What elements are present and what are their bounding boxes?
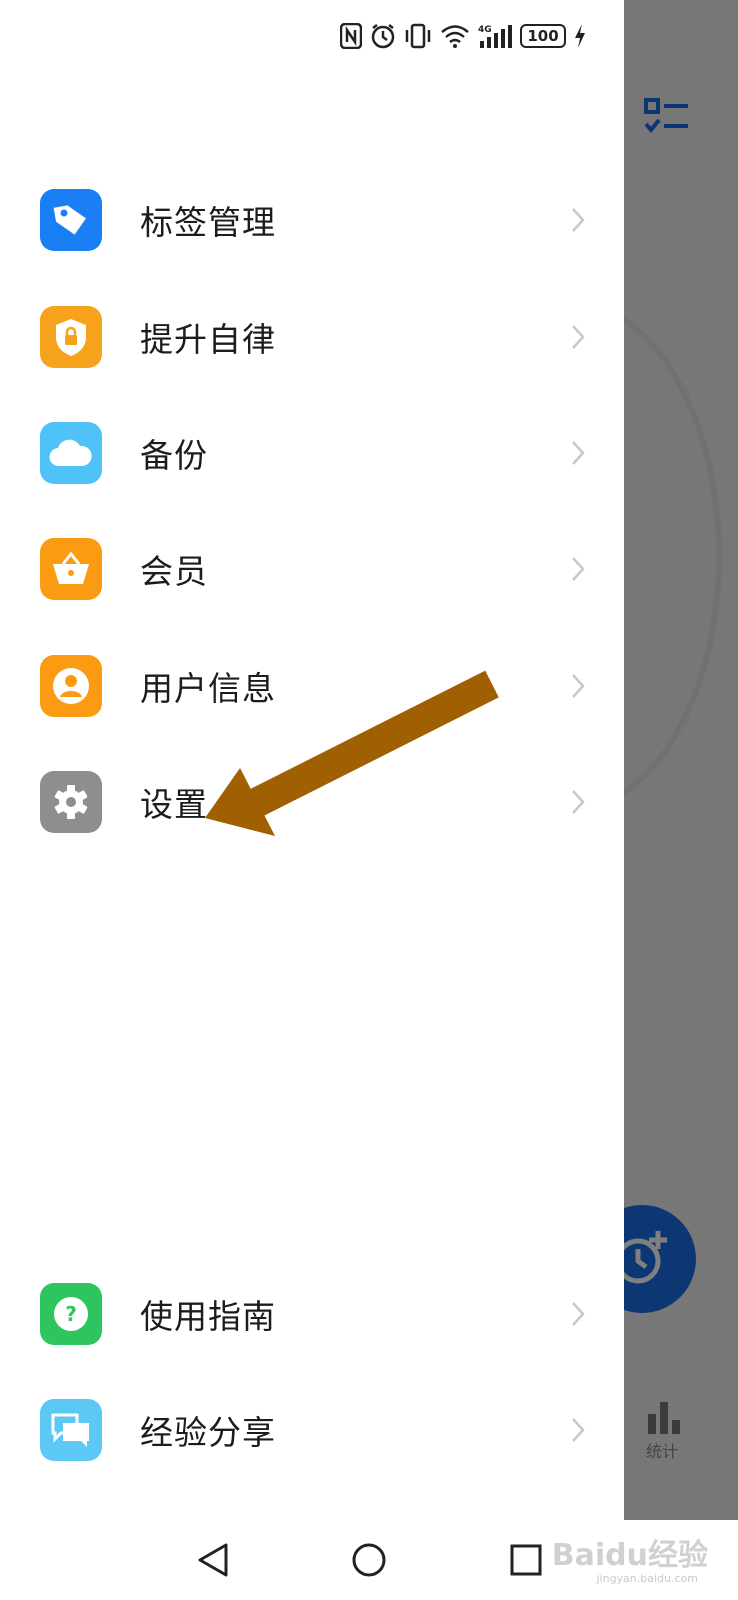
chevron-right-icon	[572, 1302, 585, 1326]
battery-indicator: 100	[520, 24, 566, 48]
alarm-icon	[371, 24, 395, 49]
chevron-right-icon	[572, 208, 585, 232]
watermark-sub: jingyan.baidu.com	[596, 1572, 698, 1585]
menu-label: 会员	[140, 552, 208, 591]
chevron-right-icon	[572, 325, 585, 349]
menu-item-settings[interactable]: 设置	[0, 752, 624, 852]
status-bar: 4G 100	[324, 18, 624, 54]
menu-label: 使用指南	[140, 1297, 276, 1336]
cloud-icon	[40, 422, 102, 484]
chevron-right-icon	[572, 1418, 585, 1442]
menu-label: 标签管理	[140, 203, 276, 242]
menu-label: 设置	[140, 785, 208, 824]
menu-item-experience-share[interactable]: 经验分享	[0, 1380, 624, 1480]
menu-item-self-discipline[interactable]: 提升自律	[0, 287, 624, 387]
tag-icon	[40, 189, 102, 251]
menu-item-backup[interactable]: 备份	[0, 403, 624, 503]
watermark: Baidu经验	[551, 1538, 708, 1573]
help-icon: ?	[40, 1283, 102, 1345]
nfc-icon	[340, 23, 362, 49]
gear-icon	[40, 771, 102, 833]
basket-icon	[40, 538, 102, 600]
recents-icon[interactable]	[509, 1542, 543, 1578]
chevron-right-icon	[572, 790, 585, 814]
side-drawer: 4G 100 标签管理 提升自律 备份 会员 用户信息 设置 ? 使用指南 经验…	[0, 0, 624, 1520]
charging-icon	[575, 24, 585, 48]
menu-item-tag-management[interactable]: 标签管理	[0, 170, 624, 270]
chat-icon	[40, 1399, 102, 1461]
wifi-icon	[441, 25, 469, 48]
home-icon[interactable]	[351, 1542, 387, 1578]
menu-item-user-info[interactable]: 用户信息	[0, 636, 624, 736]
chevron-right-icon	[572, 557, 585, 581]
chevron-right-icon	[572, 441, 585, 465]
menu-item-membership[interactable]: 会员	[0, 519, 624, 619]
menu-label: 提升自律	[140, 320, 276, 359]
back-icon[interactable]	[196, 1542, 230, 1578]
menu-label: 经验分享	[140, 1413, 276, 1452]
chevron-right-icon	[572, 674, 585, 698]
menu-item-user-guide[interactable]: ? 使用指南	[0, 1264, 624, 1364]
menu-label: 备份	[140, 436, 208, 475]
svg-text:?: ?	[65, 1302, 77, 1326]
menu-label: 用户信息	[140, 669, 276, 708]
vibrate-icon	[405, 23, 431, 49]
shield-lock-icon	[40, 306, 102, 368]
signal-4g-icon: 4G	[478, 25, 512, 48]
user-icon	[40, 655, 102, 717]
svg-text:4G: 4G	[478, 25, 492, 35]
